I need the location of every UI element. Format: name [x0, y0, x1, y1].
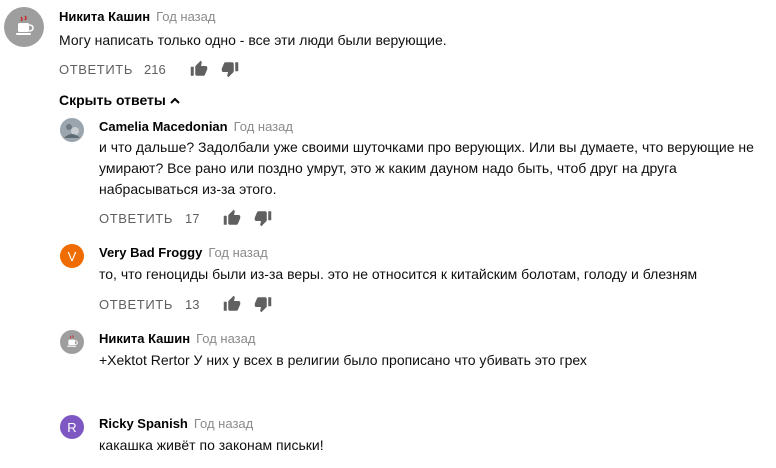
- avatar-letter: R: [67, 419, 77, 435]
- avatar[interactable]: [60, 118, 84, 142]
- comment-actions: ОТВЕТИТЬ 216: [59, 60, 259, 80]
- thumbs-down-icon[interactable]: [254, 209, 272, 227]
- thumbs-up-icon[interactable]: [223, 295, 241, 313]
- comment-text: то, что геноциды были из-за веры. это не…: [99, 266, 698, 282]
- comment-author[interactable]: Ricky Spanish: [99, 416, 188, 431]
- comment-text: Могу написать только одно - все эти люди…: [59, 32, 447, 48]
- comment-date[interactable]: Год назад: [156, 9, 215, 24]
- like-count: 216: [144, 62, 166, 77]
- comment-author[interactable]: Никита Кашин: [59, 9, 150, 24]
- comment-text: +Xektot Rertor У них у всех в религии бы…: [99, 352, 587, 368]
- comment-text: и что дальше? Задолбали уже своими шуточ…: [99, 139, 754, 197]
- reply-button[interactable]: ОТВЕТИТЬ: [99, 211, 173, 226]
- avatar[interactable]: [4, 7, 44, 47]
- comment-date[interactable]: Год назад: [194, 416, 253, 431]
- like-count: 13: [185, 297, 200, 312]
- cup-icon: [67, 335, 78, 347]
- comment-author[interactable]: Very Bad Froggy: [99, 245, 202, 260]
- thumbs-down-icon[interactable]: [254, 295, 272, 313]
- avatar-letter: V: [67, 248, 77, 264]
- reply-button[interactable]: ОТВЕТИТЬ: [99, 297, 173, 312]
- avatar[interactable]: V: [60, 244, 84, 268]
- thumbs-up-icon[interactable]: [190, 60, 208, 78]
- avatar[interactable]: [60, 330, 84, 354]
- photo-avatar-icon: [60, 118, 84, 142]
- like-count: 17: [185, 211, 200, 226]
- hide-replies-label: Скрыть ответы: [59, 92, 166, 108]
- chevron-up-icon: [170, 97, 180, 105]
- comment-actions: ОТВЕТИТЬ 17: [99, 209, 299, 229]
- comment-text: какашка живёт по законам письки!: [99, 437, 324, 453]
- comment-date[interactable]: Год назад: [196, 331, 255, 346]
- thumbs-down-icon[interactable]: [221, 60, 239, 78]
- hide-replies-toggle[interactable]: Скрыть ответы: [59, 91, 181, 109]
- reply-button[interactable]: ОТВЕТИТЬ: [59, 62, 133, 77]
- cup-icon: [16, 15, 34, 35]
- comment-date[interactable]: Год назад: [208, 245, 267, 260]
- comment-date[interactable]: Год назад: [234, 119, 293, 134]
- comment-author[interactable]: Никита Кашин: [99, 331, 190, 346]
- comment-actions: ОТВЕТИТЬ 13: [99, 295, 299, 315]
- avatar[interactable]: R: [60, 415, 84, 439]
- thumbs-up-icon[interactable]: [223, 209, 241, 227]
- comment-author[interactable]: Camelia Macedonian: [99, 119, 228, 134]
